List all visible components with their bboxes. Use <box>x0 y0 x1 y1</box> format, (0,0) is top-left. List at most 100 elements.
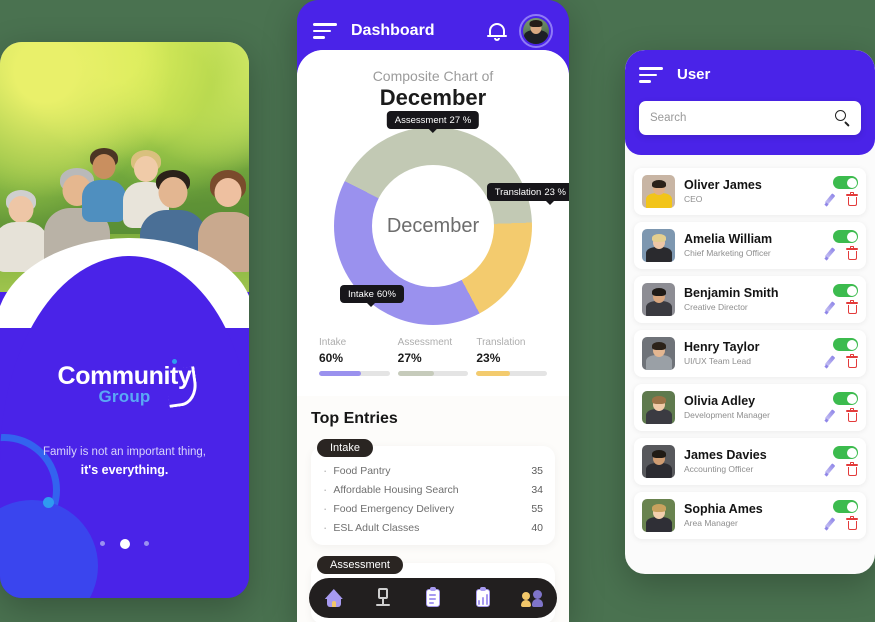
onboarding-screen: Community Group Family is not an importa… <box>0 42 249 598</box>
status-toggle[interactable] <box>833 230 858 244</box>
user-row[interactable]: Henry Taylor UI/UX Team Lead <box>634 329 866 377</box>
avatar <box>642 228 675 262</box>
chart-stand-icon[interactable] <box>372 587 394 609</box>
dashboard-content: Composite Chart of December December Ass… <box>297 50 569 622</box>
avatar <box>642 174 675 208</box>
delete-icon[interactable] <box>846 516 858 530</box>
people-icon[interactable] <box>521 587 544 609</box>
user-avatar[interactable] <box>519 14 553 48</box>
donut-center-text: December <box>386 214 480 237</box>
stat-item: Translation 23% <box>472 337 551 376</box>
page-title: User <box>677 66 711 84</box>
user-row[interactable]: Benjamin Smith Creative Director <box>634 275 866 323</box>
tooltip-label: Translation <box>494 186 542 198</box>
stat-progress <box>476 371 548 376</box>
user-name: Benjamin Smith <box>684 286 779 301</box>
delete-icon[interactable] <box>846 354 858 368</box>
person-figure <box>82 148 126 222</box>
user-name: Sophia Ames <box>684 502 763 517</box>
avatar <box>642 336 675 370</box>
entry-group-tag: Assessment <box>317 556 403 574</box>
status-toggle[interactable] <box>833 284 858 298</box>
status-toggle[interactable] <box>833 446 858 460</box>
delete-icon[interactable] <box>846 246 858 260</box>
tooltip-value: 27 % <box>449 114 472 126</box>
edit-icon[interactable] <box>824 301 836 315</box>
users-screen: User Oliver JamesCEO Amelia WilliamChief … <box>625 50 875 574</box>
chart-title: December <box>379 85 487 110</box>
user-row[interactable]: Olivia Adley Development Manager <box>634 383 866 431</box>
entry-value: 34 <box>531 483 543 496</box>
edit-icon[interactable] <box>824 355 836 369</box>
dashboard-screen: Dashboard Composite Chart of December De… <box>297 0 569 622</box>
tooltip-value: 23 % <box>544 186 566 198</box>
entry-value: 55 <box>531 502 543 515</box>
search-icon[interactable] <box>835 110 850 128</box>
hamburger-icon[interactable] <box>313 19 337 43</box>
stats-row: Intake 60% Assessment 27% Translation 23% <box>311 325 555 380</box>
entry-row[interactable]: · Food Emergency Delivery 55 <box>323 499 543 518</box>
stat-label: Intake <box>319 337 347 348</box>
donut-chart: December Assessment 27 % Translation 23 % … <box>334 111 569 325</box>
delete-icon[interactable] <box>846 192 858 206</box>
status-toggle[interactable] <box>833 392 858 406</box>
delete-icon[interactable] <box>846 300 858 314</box>
user-role: Chief Marketing Officer <box>684 248 771 259</box>
pagination-dot[interactable] <box>100 541 106 547</box>
stat-value: 27% <box>397 351 422 365</box>
stat-label: Translation <box>476 337 526 348</box>
delete-icon[interactable] <box>846 462 858 476</box>
stat-label: Assessment <box>397 337 453 348</box>
edit-icon[interactable] <box>824 409 836 423</box>
decorative-dot <box>43 497 54 508</box>
entry-row[interactable]: · ESL Adult Classes 40 <box>323 518 543 537</box>
search-bar[interactable] <box>639 100 861 135</box>
user-list: Oliver James CEO Amelia William Chief Marke… <box>625 155 875 547</box>
delete-icon[interactable] <box>846 408 858 422</box>
edit-icon[interactable] <box>824 517 836 531</box>
pagination-dot[interactable] <box>143 541 149 547</box>
edit-icon[interactable] <box>824 193 836 207</box>
entry-group-tag: Intake <box>317 439 373 457</box>
tooltip-translation: Translation 23 % <box>486 183 569 205</box>
bell-icon[interactable] <box>487 21 507 41</box>
tooltip-label: Intake <box>348 288 374 300</box>
bottom-navigation[interactable] <box>309 578 557 618</box>
tooltip-assessment: Assessment 27 % <box>386 111 480 133</box>
tagline-line-1: Family is not an important thing, <box>43 446 206 458</box>
status-toggle[interactable] <box>833 338 858 352</box>
stat-item: Assessment 27% <box>394 337 473 376</box>
brand-logo: Community Group <box>0 359 249 408</box>
user-role: CEO <box>684 194 703 205</box>
clipboard-list-icon[interactable] <box>422 587 444 609</box>
user-name: Amelia William <box>684 232 773 247</box>
hamburger-icon[interactable] <box>639 63 663 87</box>
search-input[interactable] <box>650 111 835 124</box>
entry-group-card: · Food Pantry 35 · Affordable Housing Search… <box>311 446 555 545</box>
clipboard-chart-icon[interactable] <box>472 587 494 609</box>
stat-item: Intake 60% <box>315 337 394 376</box>
composite-chart-card: Composite Chart of December December Ass… <box>297 50 569 396</box>
tagline: Family is not an important thing, it's e… <box>14 444 235 479</box>
user-row[interactable]: Amelia William Chief Marketing Officer <box>634 221 866 269</box>
entry-name: ESL Adult Classes <box>333 521 420 534</box>
edit-icon[interactable] <box>824 463 836 477</box>
avatar <box>642 390 675 424</box>
user-row[interactable]: James Davies Accounting Officer <box>634 437 866 485</box>
pagination-dot-active[interactable] <box>119 538 130 549</box>
donut-center-label: December <box>372 165 494 287</box>
entry-row[interactable]: · Food Pantry 35 <box>323 461 543 480</box>
users-header: User <box>625 50 875 155</box>
pagination-dots[interactable] <box>0 535 249 553</box>
user-row[interactable]: Sophia Ames Area Manager <box>634 491 866 539</box>
status-toggle[interactable] <box>833 176 858 190</box>
avatar <box>642 498 675 532</box>
entry-value: 35 <box>531 464 543 477</box>
home-icon[interactable] <box>323 587 345 609</box>
user-row[interactable]: Oliver James CEO <box>634 167 866 215</box>
entry-row[interactable]: · Affordable Housing Search 34 <box>323 480 543 499</box>
edit-icon[interactable] <box>824 247 836 261</box>
user-role: Creative Director <box>684 302 748 313</box>
status-toggle[interactable] <box>833 500 858 514</box>
top-entries-heading: Top Entries <box>311 410 398 427</box>
